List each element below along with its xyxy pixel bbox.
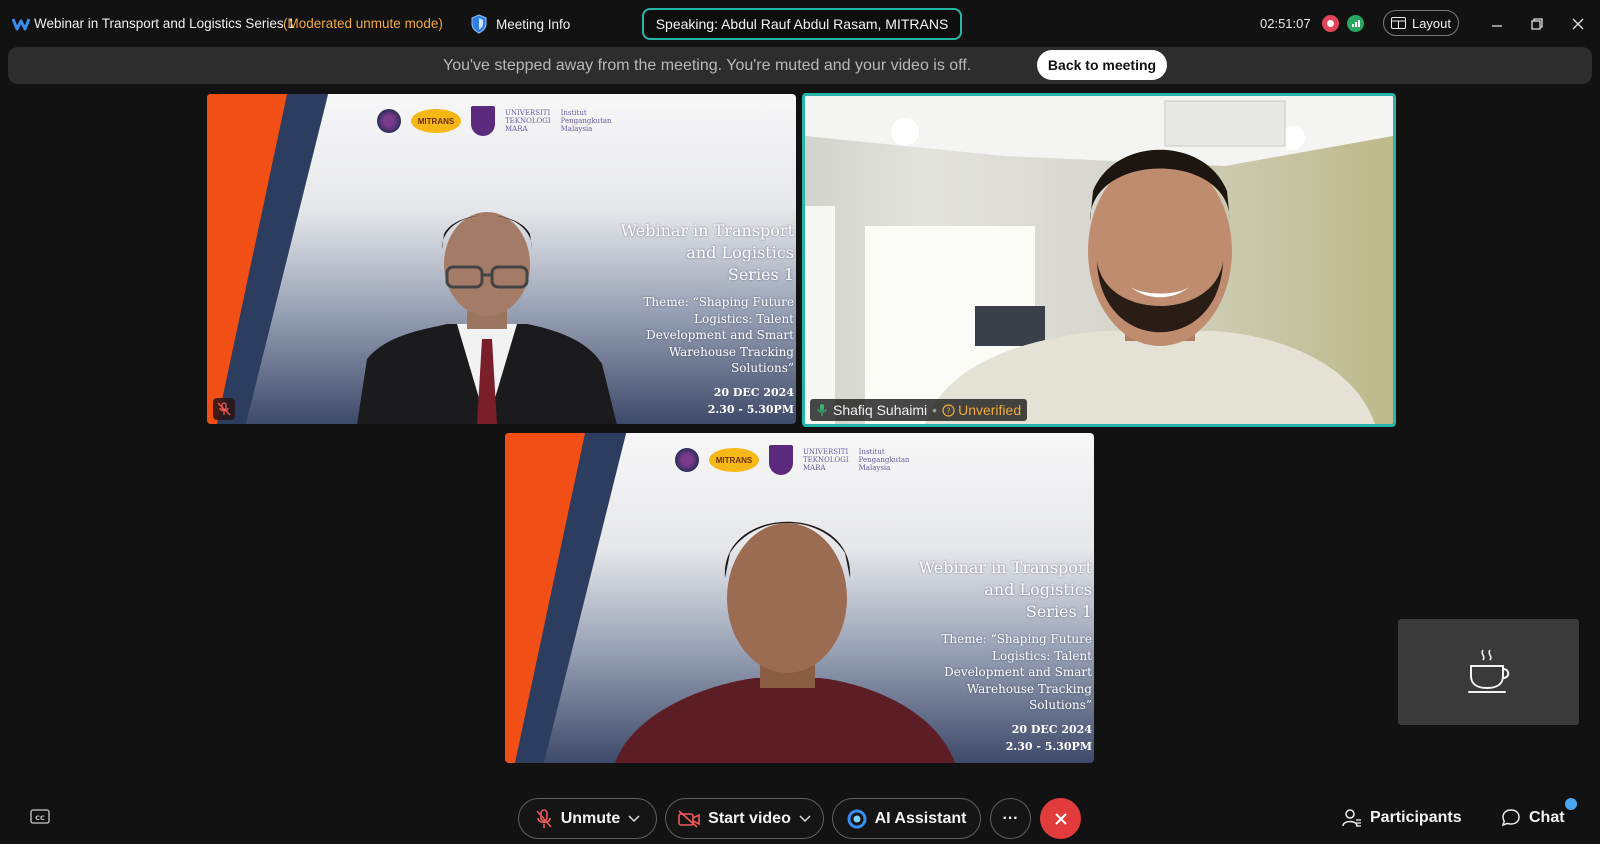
video-tile-third[interactable]: MITRANS UNIVERSITI TEKNOLOGI MARA Institut… (505, 433, 1094, 763)
chevron-down-icon[interactable] (628, 814, 640, 823)
signal-bars-icon (1352, 20, 1360, 27)
slide-date: 20 DEC 2024 2.30 - 5.30PM (1005, 723, 1092, 753)
chevron-down-icon[interactable] (799, 814, 811, 823)
meeting-info-button[interactable]: Meeting Info (470, 13, 570, 35)
participant-figure (925, 149, 1375, 424)
restore-icon (1531, 18, 1543, 30)
more-options-button[interactable]: ··· (990, 798, 1031, 839)
close-icon (1054, 812, 1067, 825)
unmute-button[interactable]: Unmute (518, 798, 657, 839)
ai-assistant-icon (847, 809, 867, 828)
slide-logos: MITRANS UNIVERSITI TEKNOLOGI MARA Institut… (377, 106, 612, 136)
more-icon: ··· (1002, 809, 1019, 827)
institute-wordmark: Institut Pengangkutan Malaysia (858, 448, 910, 472)
uitm-wordmark: UNIVERSITI TEKNOLOGI MARA (803, 448, 849, 472)
restore-button[interactable] (1527, 14, 1547, 34)
video-tile-shafiq[interactable]: Shafiq Suhaimi • ? Unverified (802, 93, 1396, 427)
presenter-figure (357, 212, 617, 424)
captions-icon: CC (30, 809, 50, 824)
unmute-mode-label: (Moderated unmute mode) (283, 16, 443, 31)
institute-wordmark: Institut Pengangkutan Malaysia (560, 109, 612, 133)
participants-label: Participants (1370, 809, 1462, 826)
close-icon (1572, 18, 1584, 30)
third-participant-figure (615, 521, 955, 763)
unverified-badge: ? Unverified (942, 402, 1021, 418)
away-banner: You've stepped away from the meeting. Yo… (8, 47, 1592, 84)
muted-mic-badge (213, 398, 235, 420)
uitm-crest-icon (769, 445, 793, 475)
start-video-button[interactable]: Start video (665, 798, 824, 839)
ministry-logo-icon (377, 109, 401, 133)
uitm-wordmark: UNIVERSITI TEKNOLOGI MARA (505, 109, 551, 133)
participants-button[interactable]: Participants (1342, 808, 1462, 828)
ministry-logo-icon (675, 448, 699, 472)
chat-bubble-icon (1501, 809, 1520, 827)
svg-text:CC: CC (35, 814, 45, 822)
recording-icon[interactable] (1322, 15, 1339, 32)
chat-notification-badge (1565, 798, 1577, 810)
back-to-meeting-button[interactable]: Back to meeting (1037, 50, 1167, 80)
minimize-icon (1492, 25, 1502, 27)
unmute-label: Unmute (560, 809, 621, 827)
coffee-cup-icon (1467, 649, 1509, 693)
active-speaker-indicator: Speaking: Abdul Rauf Abdul Rasam, MITRAN… (642, 8, 962, 40)
slide-theme: Theme: “Shaping Future Logistics: Talent D… (643, 295, 794, 375)
mic-off-icon (536, 808, 552, 828)
minimize-button[interactable] (1487, 14, 1507, 34)
away-message: You've stepped away from the meeting. Yo… (443, 57, 972, 74)
mic-on-icon (817, 404, 827, 416)
webex-logo-icon (12, 18, 30, 31)
video-tile-presenter[interactable]: MITRANS UNIVERSITI TEKNOLOGI MARA Institut… (207, 94, 796, 424)
chat-label: Chat (1529, 809, 1565, 826)
mitrans-logo-icon: MITRANS (709, 448, 759, 472)
slide-title: Webinar in Transport and Logistics Series … (620, 221, 794, 284)
meeting-info-label: Meeting Info (496, 16, 571, 32)
participants-icon (1342, 809, 1361, 827)
uitm-crest-icon (471, 106, 495, 136)
layout-label: Layout (1411, 15, 1452, 31)
mitrans-logo-icon: MITRANS (411, 109, 461, 133)
layout-button[interactable]: Layout (1383, 10, 1459, 36)
meeting-timer: 02:51:07 (1260, 16, 1311, 31)
network-health-icon[interactable] (1347, 15, 1364, 32)
unverified-label: Unverified (958, 402, 1022, 418)
shield-icon (471, 14, 487, 34)
mic-off-icon (217, 402, 231, 416)
slide-logos: MITRANS UNIVERSITI TEKNOLOGI MARA Institut… (675, 445, 910, 475)
close-window-button[interactable] (1568, 14, 1588, 34)
chat-button[interactable]: Chat (1501, 808, 1565, 828)
layout-icon (1390, 17, 1406, 29)
leave-meeting-button[interactable] (1040, 798, 1081, 839)
meeting-title: Webinar in Transport and Logistics Serie… (34, 16, 295, 31)
away-status-card (1398, 619, 1579, 725)
slide-date: 20 DEC 2024 2.30 - 5.30PM (707, 386, 794, 416)
start-video-label: Start video (708, 809, 791, 827)
separator-dot: • (932, 402, 938, 418)
participant-name: Shafiq Suhaimi (833, 402, 928, 418)
ai-assistant-label: AI Assistant (874, 809, 967, 827)
ai-assistant-button[interactable]: AI Assistant (832, 798, 981, 839)
participant-name-label: Shafiq Suhaimi • ? Unverified (810, 399, 1028, 421)
svg-text:?: ? (946, 406, 950, 415)
question-circle-icon: ? (942, 403, 955, 417)
video-off-icon (678, 809, 700, 828)
title-bar: Webinar in Transport and Logistics Serie… (0, 0, 1600, 48)
closed-captions-button[interactable]: CC (30, 808, 52, 826)
